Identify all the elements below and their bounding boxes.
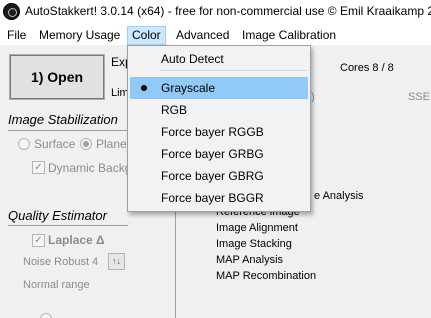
menu-item-label: Grayscale bbox=[161, 81, 216, 95]
noise-robust-stepper[interactable]: ↑↓ bbox=[108, 253, 125, 270]
title-bar: AutoStakkert! 3.0.14 (x64) - free for no… bbox=[0, 0, 431, 24]
cores-label: Cores 8 / 8 bbox=[340, 62, 394, 74]
paren-fragment: ) bbox=[311, 91, 315, 103]
laplace-checkbox[interactable]: ✓ bbox=[32, 234, 45, 247]
autostakkert-logo-icon[interactable] bbox=[3, 3, 20, 20]
menu-advanced[interactable]: Advanced bbox=[171, 26, 234, 45]
window-title: AutoStakkert! 3.0.14 (x64) - free for no… bbox=[25, 4, 431, 18]
partial-radio[interactable] bbox=[40, 313, 52, 318]
divider bbox=[8, 225, 128, 226]
process-image-alignment: Image Alignment bbox=[216, 222, 298, 234]
menu-item-force-bayer-gbrg[interactable]: Force bayer GBRG bbox=[130, 165, 308, 187]
surface-label: Surface bbox=[34, 137, 76, 151]
laplace-label: Laplace Δ bbox=[48, 233, 105, 247]
surface-radio[interactable] bbox=[18, 138, 30, 150]
menu-file[interactable]: File bbox=[2, 26, 31, 45]
normal-range-label: Normal range bbox=[23, 279, 90, 291]
radio-bullet-icon bbox=[141, 85, 147, 91]
menu-memory-usage[interactable]: Memory Usage bbox=[34, 26, 125, 45]
planet-label: Planet bbox=[96, 137, 131, 151]
process-image-stacking: Image Stacking bbox=[216, 238, 292, 250]
open-button[interactable]: 1) Open bbox=[9, 54, 105, 100]
color-dropdown-menu: Auto Detect Grayscale RGB Force bayer RG… bbox=[127, 45, 311, 212]
menu-item-force-bayer-bggr[interactable]: Force bayer BGGR bbox=[130, 187, 308, 209]
image-stabilization-heading: Image Stabilization bbox=[8, 112, 118, 127]
menu-separator bbox=[159, 70, 307, 71]
menu-item-grayscale[interactable]: Grayscale bbox=[130, 77, 308, 99]
quality-estimator-heading: Quality Estimator bbox=[8, 208, 107, 223]
menu-image-calibration[interactable]: Image Calibration bbox=[237, 26, 341, 45]
noise-robust-value: 4 bbox=[92, 256, 99, 268]
divider bbox=[8, 130, 128, 131]
menu-item-auto-detect[interactable]: Auto Detect bbox=[130, 48, 308, 70]
planet-radio[interactable] bbox=[80, 138, 92, 150]
menu-bar: File Memory Usage Color Advanced Image C… bbox=[0, 24, 431, 45]
menu-item-force-bayer-grbg[interactable]: Force bayer GRBG bbox=[130, 143, 308, 165]
sse-label: SSE bbox=[408, 91, 431, 103]
analysis-partial-label: e Analysis bbox=[314, 190, 364, 202]
noise-robust-label: Noise Robust bbox=[23, 256, 90, 268]
process-map-recombination: MAP Recombination bbox=[216, 270, 317, 282]
menu-color[interactable]: Color bbox=[127, 26, 166, 45]
dynamic-background-checkbox[interactable]: ✓ bbox=[32, 161, 45, 174]
process-map-analysis: MAP Analysis bbox=[216, 254, 284, 266]
menu-item-rgb[interactable]: RGB bbox=[130, 99, 308, 121]
menu-item-force-bayer-rggb[interactable]: Force bayer RGGB bbox=[130, 121, 308, 143]
dynamic-background-label: Dynamic Backgr bbox=[48, 161, 136, 175]
